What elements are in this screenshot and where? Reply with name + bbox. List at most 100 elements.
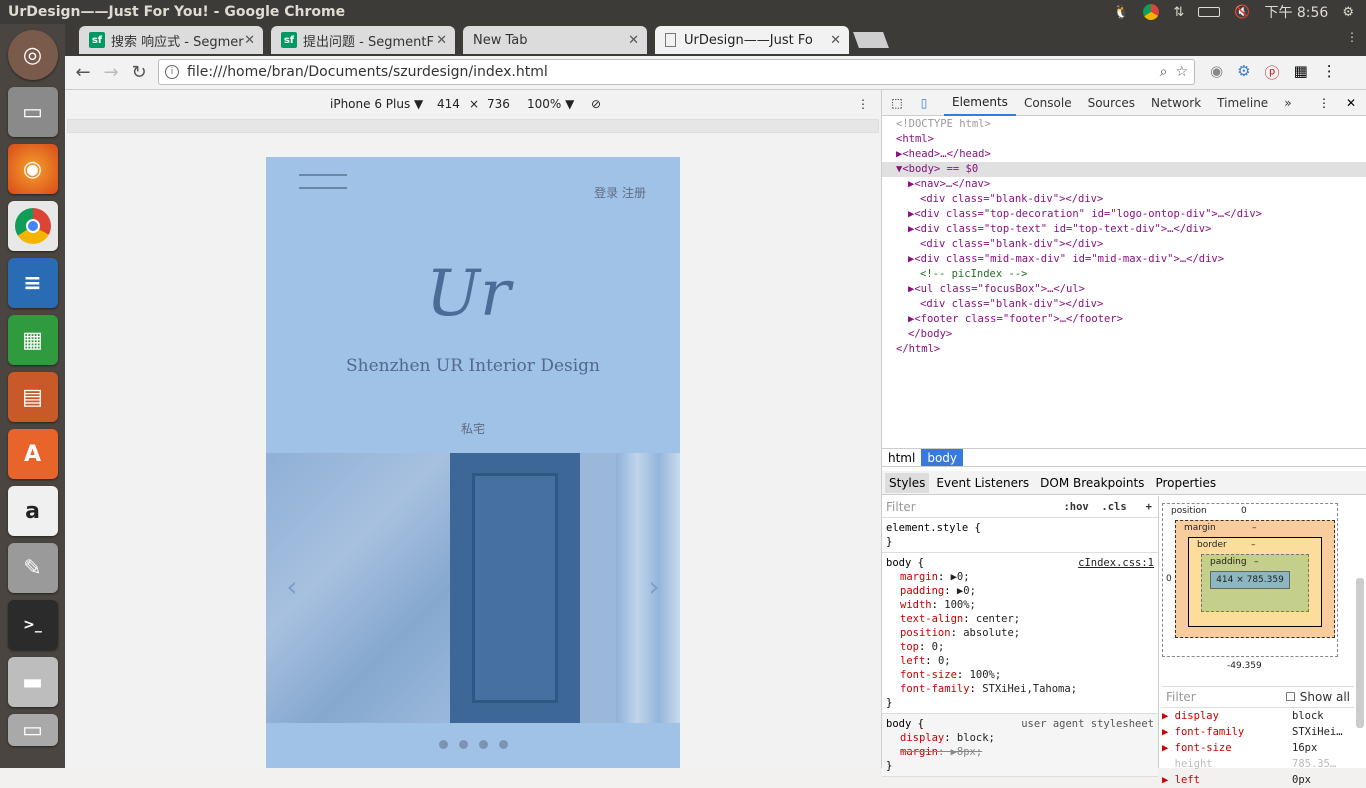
devtools-menu-icon[interactable]: ⋮ — [1318, 96, 1330, 110]
dom-line[interactable]: ▶<footer class="footer">…</footer> — [882, 312, 1366, 327]
dom-line[interactable]: ▶<head>…</head> — [882, 147, 1366, 162]
tab-segmentfault-ask[interactable]: sf 提出问题 - SegmentF ✕ — [271, 26, 455, 54]
dom-line[interactable]: ▶<div class="top-decoration" id="logo-on… — [882, 207, 1366, 222]
login-register-link[interactable]: 登录 注册 — [594, 184, 646, 201]
slide-dot[interactable] — [498, 740, 508, 749]
qr-code-icon[interactable]: ▦ — [1294, 62, 1308, 83]
computed-row[interactable]: ▶ font-family STXiHei… — [1162, 724, 1354, 740]
computed-row[interactable]: height 785.35… — [1162, 756, 1354, 772]
css-source-link[interactable]: cIndex.css:1 — [1078, 556, 1154, 570]
breadcrumb-html[interactable]: html — [882, 449, 921, 466]
chrome-icon[interactable] — [7, 201, 58, 251]
pinterest-icon[interactable]: ⓟ — [1265, 62, 1280, 83]
tab-segmentfault-search[interactable]: sf 搜索 响应式 - Segmer ✕ — [79, 26, 263, 54]
back-arrow-icon[interactable]: ← — [69, 62, 97, 83]
next-slide-arrow-icon[interactable]: › — [636, 561, 672, 611]
dom-line[interactable]: </html> — [882, 342, 1366, 357]
prev-slide-arrow-icon[interactable]: ‹ — [274, 561, 310, 611]
slide-dot[interactable] — [438, 740, 448, 749]
tab-styles[interactable]: Styles — [885, 472, 930, 493]
linux-icon[interactable]: 🐧 — [1113, 5, 1129, 20]
system-settings-icon[interactable]: ✎ — [7, 543, 58, 593]
css-property[interactable]: padding: ▶0; — [886, 584, 1154, 598]
software-center-icon[interactable]: A — [7, 429, 58, 479]
tab-elements[interactable]: Elements — [944, 90, 1016, 116]
dom-line[interactable]: ▶<div class="mid-max-div" id="mid-max-di… — [882, 252, 1366, 267]
box-model-content[interactable]: 414 × 785.359 — [1210, 571, 1290, 589]
styles-filter-input[interactable]: Filter :hov .cls + — [882, 496, 1158, 518]
firefox-icon[interactable]: ◉ — [7, 144, 58, 194]
dom-line[interactable]: <div class="blank-div"></div> — [882, 297, 1366, 312]
dom-line[interactable]: <!-- picIndex --> — [882, 267, 1366, 282]
ubuntu-dash-icon[interactable]: ◎ — [7, 30, 58, 80]
tab-timeline[interactable]: Timeline — [1209, 90, 1276, 116]
tab-close-icon[interactable]: ✕ — [436, 33, 447, 48]
devtools-close-icon[interactable]: ✕ — [1346, 96, 1356, 110]
extension-shield-icon[interactable]: ◉ — [1210, 62, 1223, 83]
device-width-input[interactable]: 414 — [437, 97, 460, 111]
css-property[interactable]: left: 0; — [886, 654, 1154, 668]
tab-sources[interactable]: Sources — [1080, 90, 1143, 116]
css-property[interactable]: display: block; — [886, 731, 1154, 745]
computed-row[interactable]: ▶ font-size 16px — [1162, 740, 1354, 756]
computed-filter-input[interactable]: Filter ☐ Show all — [1162, 686, 1354, 708]
more-tabs-icon[interactable]: » — [1276, 90, 1299, 116]
settings-gear-icon[interactable]: ⚙ — [1342, 5, 1354, 20]
dom-line[interactable]: <!DOCTYPE html> — [882, 117, 1366, 132]
tab-urdesign[interactable]: UrDesign——Just Fo ✕ — [655, 26, 849, 54]
extension-off-icon[interactable]: ⚙ — [1237, 62, 1250, 83]
volume-icon[interactable]: 🔇 — [1234, 5, 1250, 20]
css-property[interactable]: width: 100%; — [886, 598, 1154, 612]
writer-icon[interactable]: ≡ — [7, 258, 58, 308]
url-text[interactable]: file:///home/bran/Documents/szurdesign/i… — [187, 64, 548, 80]
device-height-input[interactable]: 736 — [487, 97, 510, 111]
disk-icon[interactable]: ▬ — [7, 657, 58, 707]
impress-icon[interactable]: ▤ — [7, 372, 58, 422]
css-property[interactable]: font-size: 100%; — [886, 668, 1154, 682]
hov-toggle[interactable]: :hov — [1063, 501, 1088, 513]
tab-properties[interactable]: Properties — [1151, 476, 1220, 490]
chrome-tray-icon[interactable] — [1143, 4, 1160, 20]
slide-dot[interactable] — [478, 740, 488, 749]
dom-line[interactable]: ▶<div class="top-text" id="top-text-div"… — [882, 222, 1366, 237]
body-css-rule[interactable]: body {cIndex.css:1 margin: ▶0; padding: ▶… — [882, 553, 1158, 714]
tab-new-tab[interactable]: New Tab ✕ — [463, 26, 647, 54]
files-icon[interactable]: ▭ — [7, 87, 58, 137]
element-style-rule[interactable]: element.style { } — [882, 518, 1158, 553]
media-query-ruler[interactable] — [67, 119, 879, 133]
dom-line[interactable]: ▶<nav>…</nav> — [882, 177, 1366, 192]
trash-icon[interactable]: ▭ — [7, 714, 58, 746]
devtools-scrollbar[interactable] — [1356, 578, 1364, 728]
address-bar[interactable]: i file:///home/bran/Documents/szurdesign… — [158, 59, 1195, 85]
battery-icon[interactable] — [1198, 7, 1221, 17]
info-icon[interactable]: i — [165, 65, 179, 79]
zoom-select[interactable]: 100% ▼ — [527, 97, 574, 111]
slideshow[interactable]: ‹ › — [266, 453, 680, 723]
network-icon[interactable]: ⇅ — [1173, 5, 1184, 20]
window-controls-icon[interactable]: ⋮ — [1346, 30, 1358, 44]
tab-event-listeners[interactable]: Event Listeners — [932, 476, 1033, 490]
amazon-icon[interactable]: a — [7, 486, 58, 536]
calc-icon[interactable]: ▦ — [7, 315, 58, 365]
device-menu-icon[interactable]: ⋮ — [857, 97, 869, 111]
hamburger-menu-icon[interactable] — [299, 174, 347, 200]
tab-close-icon[interactable]: ✕ — [628, 33, 639, 48]
inspect-element-icon[interactable]: ⬚ — [882, 96, 912, 110]
css-property[interactable]: margin: ▶0; — [886, 570, 1154, 584]
category-label[interactable]: 私宅 — [266, 420, 680, 437]
tab-close-icon[interactable]: ✕ — [244, 33, 255, 48]
computed-row[interactable]: ▶ display block — [1162, 708, 1354, 724]
css-property[interactable]: position: absolute; — [886, 626, 1154, 640]
add-rule-icon[interactable]: + — [1146, 501, 1152, 513]
css-property[interactable]: text-align: center; — [886, 612, 1154, 626]
tab-console[interactable]: Console — [1016, 90, 1080, 116]
zoom-icon[interactable]: ⌕ — [1160, 64, 1168, 80]
slide-dot[interactable] — [458, 740, 468, 749]
tab-close-icon[interactable]: ✕ — [830, 33, 841, 48]
device-select[interactable]: iPhone 6 Plus ▼ — [330, 97, 423, 111]
css-property-overridden[interactable]: margin: ▶8px; — [886, 745, 1154, 759]
show-all-checkbox[interactable]: ☐ Show all — [1285, 690, 1350, 704]
dom-line[interactable]: <div class="blank-div"></div> — [882, 192, 1366, 207]
dom-line[interactable]: </body> — [882, 327, 1366, 342]
terminal-icon[interactable]: >_ — [7, 600, 58, 650]
